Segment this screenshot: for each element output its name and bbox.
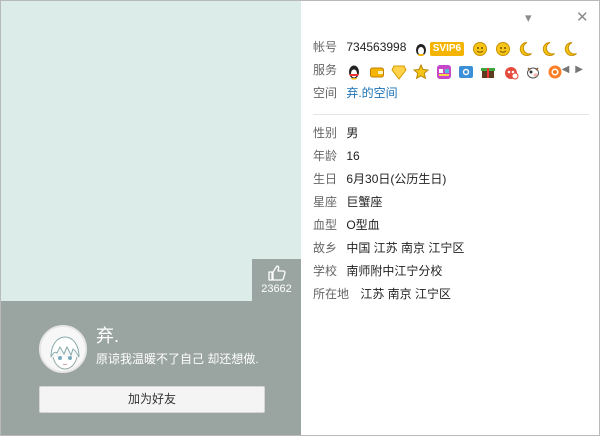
nickname: 弃.: [96, 326, 120, 346]
detail-value: 巨蟹座: [346, 195, 383, 209]
detail-label: 学校: [313, 264, 338, 278]
detail-label: 性别: [313, 126, 338, 140]
vip-badge[interactable]: SVIP6: [429, 41, 465, 56]
diamond-icon[interactable]: [391, 64, 407, 80]
detail-row-blood-type: 血型 O型血: [313, 215, 589, 238]
close-icon[interactable]: ✕: [576, 10, 589, 25]
detail-row-school: 学校 南师附中江宁分校: [313, 261, 589, 284]
minimize-icon[interactable]: ▾: [525, 11, 532, 25]
avatar-image: [41, 327, 85, 371]
pet-icon[interactable]: [503, 64, 519, 80]
avatar[interactable]: [39, 325, 87, 373]
detail-value: 6月30日(公历生日): [346, 172, 447, 186]
detail-label: 年龄: [313, 149, 338, 163]
like-button[interactable]: 23662: [252, 259, 301, 301]
account-row: 帐号 734563998 SVIP6: [313, 37, 589, 60]
detail-label: 血型: [313, 218, 338, 232]
detail-row-zodiac: 星座 巨蟹座: [313, 192, 589, 215]
moon-icon[interactable]: [517, 41, 533, 57]
gift-icon[interactable]: [480, 64, 496, 80]
moon-icon[interactable]: [540, 41, 556, 57]
info-panel: 帐号 734563998 SVIP6 服务 ◀▶ 空间 弃.的空间 性别 男 年…: [313, 37, 589, 307]
detail-row-location: 所在地 江苏 南京 江宁区: [313, 284, 589, 307]
cow-icon[interactable]: [525, 64, 541, 80]
detail-value: O型血: [346, 218, 380, 232]
detail-label: 星座: [313, 195, 338, 209]
services-nav-arrows[interactable]: ◀▶: [562, 60, 589, 80]
qq-penguin-icon[interactable]: [346, 64, 362, 80]
account-label: 帐号: [313, 40, 338, 54]
account-number: 734563998: [346, 40, 407, 54]
detail-value: 16: [346, 149, 360, 163]
detail-value: 中国 江苏 南京 江宁区: [346, 241, 465, 255]
detail-label: 生日: [313, 172, 338, 186]
detail-row-gender: 性别 男: [313, 123, 589, 146]
detail-label: 所在地: [313, 287, 350, 301]
detail-value: 南师附中江宁分校: [346, 264, 443, 278]
photo-icon[interactable]: [458, 64, 474, 80]
detail-row-birthday: 生日 6月30日(公历生日): [313, 169, 589, 192]
sun-icon[interactable]: [472, 41, 488, 57]
detail-label: 故乡: [313, 241, 338, 255]
signature: 原谅我温暖不了自己 却还想做.: [96, 352, 259, 366]
divider: [313, 114, 589, 115]
detail-value: 江苏 南京 江宁区: [360, 287, 452, 301]
wallet-icon[interactable]: [369, 64, 385, 80]
detail-value: 男: [346, 126, 359, 140]
space-link[interactable]: 弃.的空间: [346, 86, 397, 100]
detail-row-age: 年龄 16: [313, 146, 589, 169]
space-label: 空间: [313, 86, 338, 100]
sun-icon[interactable]: [495, 41, 511, 57]
add-friend-button[interactable]: 加为好友: [39, 386, 265, 413]
detail-row-hometown: 故乡 中国 江苏 南京 江宁区: [313, 238, 589, 261]
moon-icon[interactable]: [562, 41, 578, 57]
services-label: 服务: [313, 63, 338, 77]
app-grid-icon[interactable]: [436, 64, 452, 80]
profile-window: 23662 弃. 原谅我温暖不了自己 却还想做. 加为好友 ▾ ✕ 帐号 734…: [0, 0, 600, 436]
star-icon[interactable]: [413, 63, 430, 80]
qq-penguin-icon[interactable]: [413, 41, 429, 57]
thumb-up-icon: [267, 265, 286, 281]
like-count: 23662: [261, 283, 292, 295]
profile-card: 弃. 原谅我温暖不了自己 却还想做. 加为好友: [1, 301, 301, 435]
space-row: 空间 弃.的空间: [313, 83, 589, 106]
services-row: 服务 ◀▶: [313, 60, 589, 83]
